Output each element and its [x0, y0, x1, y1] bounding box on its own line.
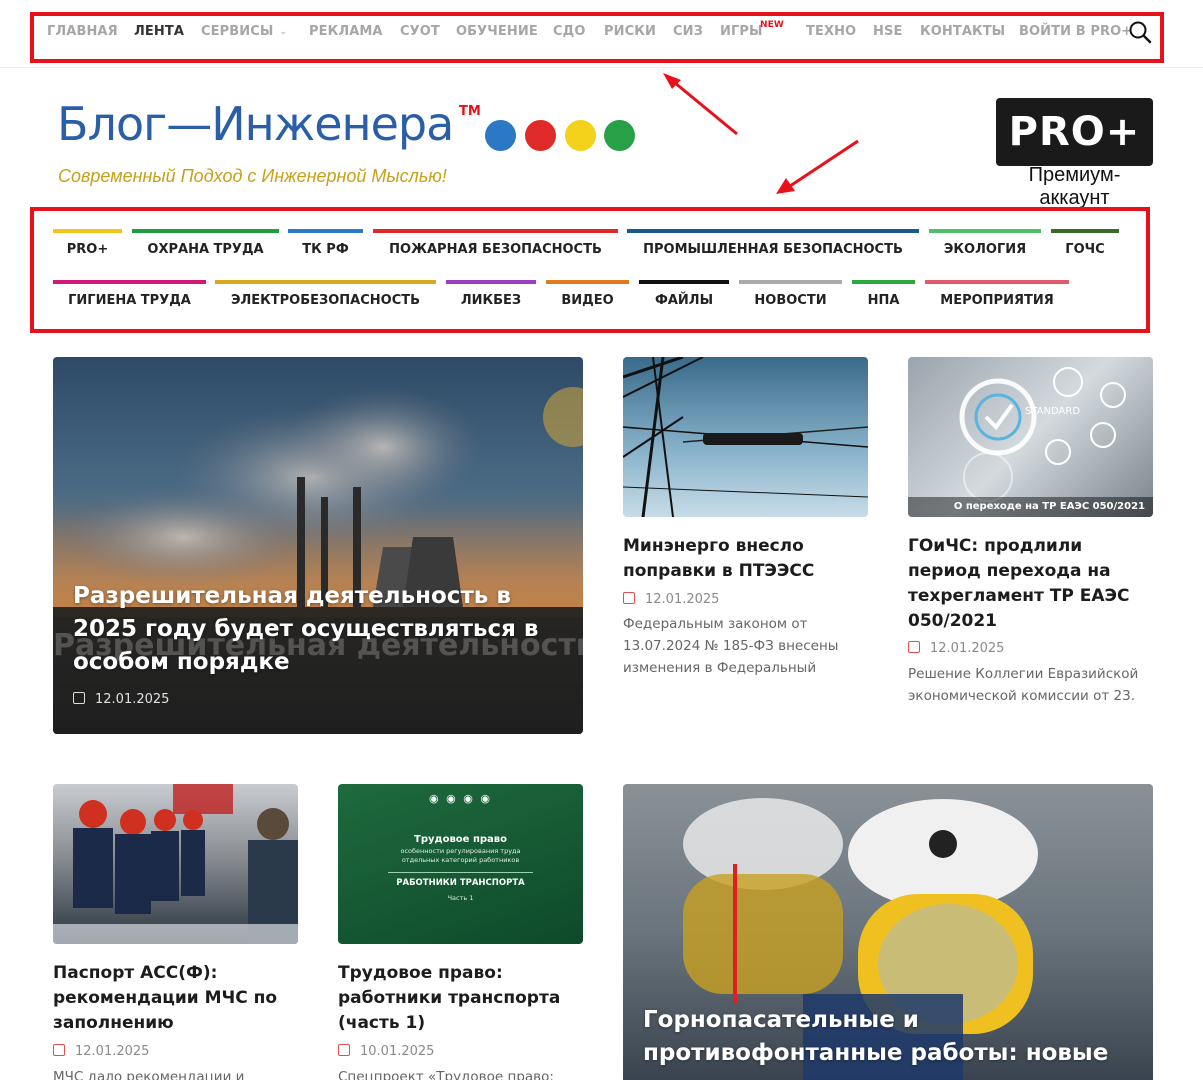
search-icon[interactable] — [1128, 20, 1152, 44]
nav-item-hse[interactable]: HSE — [873, 24, 902, 39]
category-pro[interactable]: PRO+ — [53, 229, 122, 267]
article-excerpt: Спецпроект «Трудовое право: — [338, 1069, 554, 1080]
image-subtitle: особенности регулирования труда отдельны… — [400, 847, 521, 864]
pro-subtitle[interactable]: Премиум-аккаунт — [996, 164, 1153, 210]
article-date-value: 10.01.2025 — [360, 1044, 435, 1059]
site-tagline: Современный Подход с Инженерной Мыслью! — [58, 166, 447, 186]
annotation-arrow-icon — [776, 139, 859, 194]
nav-item-suot[interactable]: СУОТ — [400, 24, 440, 39]
standard-gear-image — [908, 367, 1153, 517]
category-files[interactable]: ФАЙЛЫ — [639, 280, 729, 318]
category-news[interactable]: НОВОСТИ — [739, 280, 842, 318]
nav-item-feed[interactable]: ЛЕНТА — [134, 24, 184, 39]
rescuers-image — [53, 784, 298, 944]
pro-badge[interactable]: PRO+ — [996, 98, 1153, 166]
article-date-value: 12.01.2025 — [930, 641, 1005, 656]
nav-item-games[interactable]: ИГРЫ NEW — [720, 20, 784, 39]
article-title[interactable]: Паспорт АСС(Ф): рекомендации МЧС по запо… — [53, 961, 298, 1036]
power-line-image — [623, 357, 868, 517]
article-title[interactable]: Минэнерго внесло поправки в ПТЭЭСС — [623, 534, 868, 584]
hero-date-value: 12.01.2025 — [95, 692, 170, 707]
article-image[interactable]: STANDARD О переходе на ТР ЕАЭС 050/2021 — [908, 357, 1153, 517]
article-image[interactable]: ◉ ◉ ◉ ◉ Трудовое право особенности регул… — [338, 784, 583, 944]
hero-title[interactable]: Разрешительная деятельность в 2025 году … — [73, 580, 553, 679]
helmet-blue-icon — [485, 120, 516, 151]
image-title: Трудовое право — [414, 834, 507, 845]
image-caption: О переходе на ТР ЕАЭС 050/2021 — [953, 501, 1145, 512]
site-logo[interactable]: Блог—Инженера — [57, 97, 454, 151]
image-label: STANDARD — [1025, 406, 1081, 417]
calendar-icon — [338, 1044, 350, 1056]
category-fire-safety[interactable]: ПОЖАРНАЯ БЕЗОПАСНОСТЬ — [373, 229, 618, 267]
category-electrical-safety[interactable]: ЭЛЕКТРОБЕЗОПАСНОСТЬ — [215, 280, 436, 318]
nav-item-sdo[interactable]: СДО — [553, 24, 585, 39]
article-title[interactable]: Трудовое право: работники транспорта (ча… — [338, 961, 583, 1036]
nav-item-risks[interactable]: РИСКИ — [604, 24, 656, 39]
calendar-icon — [623, 592, 635, 604]
image-divider — [388, 872, 533, 873]
article-date: 10.01.2025 — [338, 1044, 434, 1059]
image-part-label: Часть 1 — [447, 894, 474, 902]
article-date: 12.01.2025 — [53, 1044, 149, 1059]
article-excerpt: Федеральным законом от 13.07.2024 № 185-… — [623, 616, 839, 676]
helmet-red-icon — [525, 120, 556, 151]
category-hygiene[interactable]: ГИГИЕНА ТРУДА — [53, 280, 206, 318]
article-image[interactable] — [53, 784, 298, 944]
nav-item-services-label: СЕРВИСЫ — [201, 24, 274, 39]
chevron-down-icon: ⌄ — [279, 27, 288, 37]
category-likbez[interactable]: ЛИКБЕЗ — [446, 280, 536, 318]
article-date-value: 12.01.2025 — [75, 1044, 150, 1059]
calendar-icon — [53, 1044, 65, 1056]
image-icons: ◉ ◉ ◉ ◉ — [429, 792, 492, 805]
helmet-yellow-icon — [565, 120, 596, 151]
feature-title[interactable]: Горнопасательные и противофонтанные рабо… — [643, 1004, 1143, 1070]
helmet-green-icon — [604, 120, 635, 151]
nav-item-games-label: ИГРЫ — [720, 24, 763, 39]
nav-item-services[interactable]: СЕРВИСЫ ⌄ — [201, 24, 287, 39]
annotation-arrow-icon — [663, 73, 738, 136]
article-image[interactable] — [623, 357, 868, 517]
calendar-icon — [73, 692, 85, 704]
article-title[interactable]: ГОиЧС: продлили период перехода на техре… — [908, 534, 1158, 634]
nav-item-siz[interactable]: СИЗ — [673, 24, 703, 39]
category-labor-code[interactable]: ТК РФ — [288, 229, 363, 267]
top-navigation: ГЛАВНАЯ ЛЕНТА СЕРВИСЫ ⌄ РЕКЛАМА СУОТ ОБУЧ… — [0, 0, 1203, 68]
calendar-icon — [908, 641, 920, 653]
category-labor-safety[interactable]: ОХРАНА ТРУДА — [132, 229, 279, 267]
article-excerpt: МЧС дало рекомендации и — [53, 1069, 245, 1080]
nav-item-education[interactable]: ОБУЧЕНИЕ — [456, 24, 538, 39]
nav-item-home[interactable]: ГЛАВНАЯ — [47, 24, 118, 39]
hero-date: 12.01.2025 — [73, 692, 169, 707]
image-main-label: РАБОТНИКИ ТРАНСПОРТА — [396, 878, 525, 888]
new-badge: NEW — [760, 20, 784, 30]
category-industrial-safety[interactable]: ПРОМЫШЛЕННАЯ БЕЗОПАСНОСТЬ — [627, 229, 919, 267]
article-date: 12.01.2025 — [908, 641, 1004, 656]
trademark-mark: TM — [459, 104, 481, 119]
category-events[interactable]: МЕРОПРИЯТИЯ — [925, 280, 1069, 318]
category-gochs[interactable]: ГОЧС — [1051, 229, 1119, 267]
category-ecology[interactable]: ЭКОЛОГИЯ — [929, 229, 1041, 267]
nav-item-login-pro[interactable]: ВОЙТИ В PRO+ — [1019, 24, 1132, 39]
article-excerpt: Решение Коллегии Евразийской экономическ… — [908, 666, 1139, 704]
nav-item-techno[interactable]: ТЕХНО — [806, 24, 856, 39]
nav-item-ads[interactable]: РЕКЛАМА — [309, 24, 383, 39]
article-date-value: 12.01.2025 — [645, 592, 720, 607]
category-video[interactable]: ВИДЕО — [546, 280, 629, 318]
category-npa[interactable]: НПА — [852, 280, 915, 318]
article-date: 12.01.2025 — [623, 592, 719, 607]
nav-item-contacts[interactable]: КОНТАКТЫ — [920, 24, 1005, 39]
